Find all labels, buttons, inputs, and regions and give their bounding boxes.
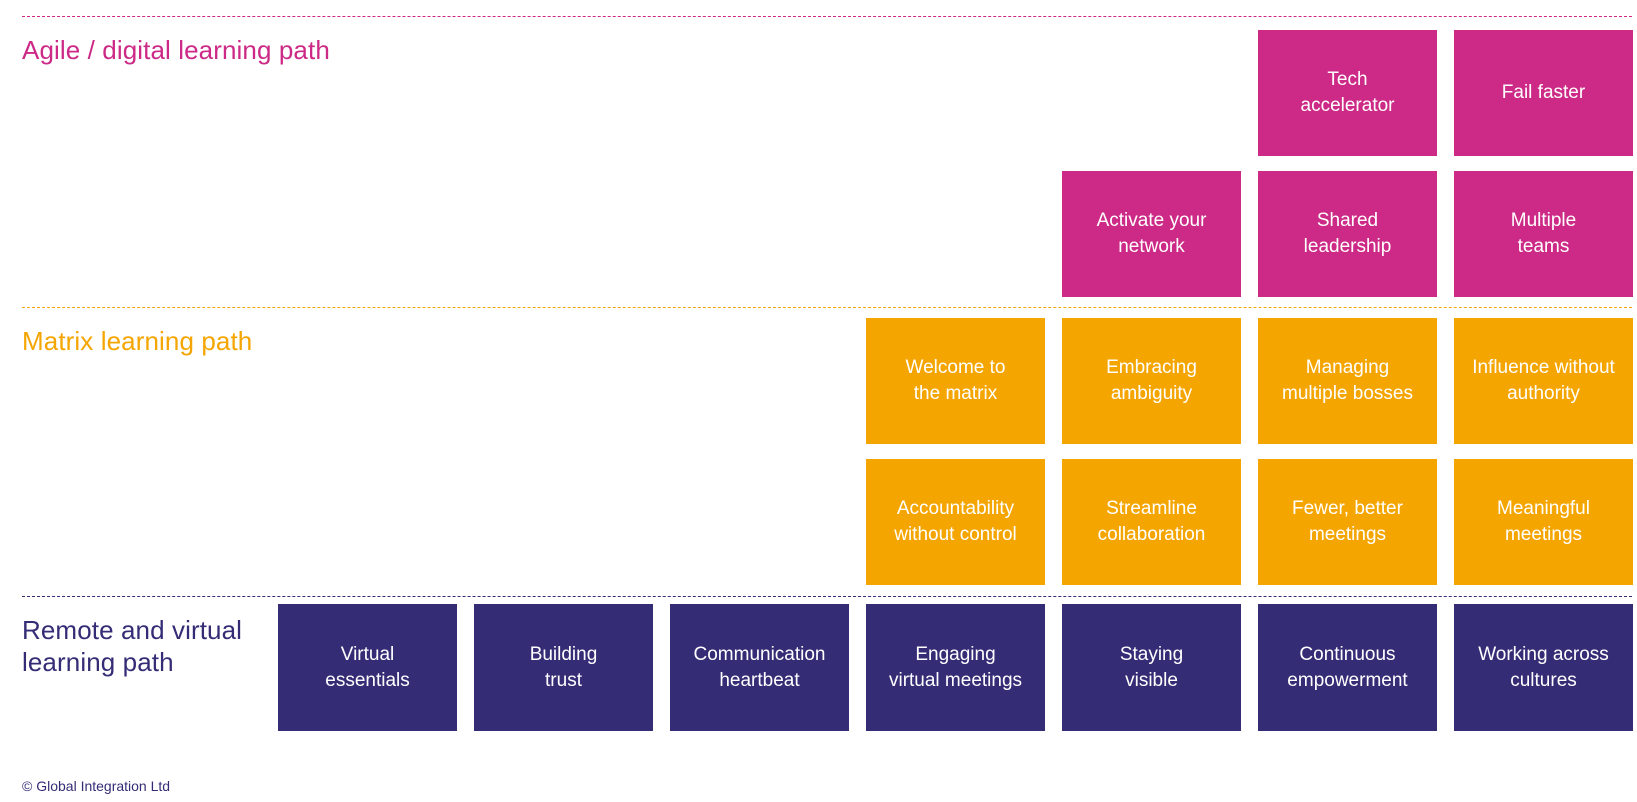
module-label-line: visible [1125, 669, 1178, 691]
module-label-line: Engaging [915, 643, 996, 665]
remote-module-tile[interactable]: Communication heartbeat [670, 604, 849, 731]
module-label: Communication heartbeat [694, 642, 826, 694]
module-label: Shared leadership [1304, 208, 1392, 260]
remote-section-title: Remote and virtual learning path [22, 615, 243, 677]
matrix-module-tile[interactable]: Embracing ambiguity [1062, 318, 1241, 444]
module-label: Tech accelerator [1301, 67, 1395, 119]
agile-module-tile[interactable]: Multiple teams [1454, 171, 1633, 297]
module-label-line: Multiple [1510, 210, 1577, 231]
matrix-section-divider [22, 307, 1632, 308]
module-label-line: network [1118, 236, 1185, 257]
agile-section-title: Agile / digital learning path [22, 35, 330, 65]
module-label: Building trust [530, 642, 598, 694]
module-label-line: ambiguity [1110, 383, 1193, 404]
module-label-line: accelerator [1300, 95, 1395, 116]
module-label-line: Influence without [1472, 357, 1615, 378]
module-label: Working across cultures [1478, 642, 1609, 694]
module-label-line: leadership [1303, 236, 1392, 257]
module-label-line: Embracing [1106, 357, 1197, 378]
matrix-module-tile[interactable]: Fewer, better meetings [1258, 459, 1437, 585]
module-label-line: empowerment [1287, 669, 1408, 691]
matrix-module-tile[interactable]: Accountability without control [866, 459, 1045, 585]
module-label: Fewer, better meetings [1292, 496, 1403, 548]
module-label-line: Streamline [1106, 498, 1197, 519]
module-label: Fail faster [1502, 80, 1585, 106]
module-label-line: Communication [693, 643, 826, 665]
module-label-line: Meaningful [1497, 498, 1590, 519]
module-label: Staying visible [1120, 642, 1183, 694]
matrix-section-title: Matrix learning path [22, 326, 253, 356]
module-label-line: Tech [1327, 69, 1368, 90]
agile-module-tile[interactable]: Activate your network [1062, 171, 1241, 297]
module-label-line: the matrix [913, 383, 998, 404]
matrix-module-tile[interactable]: Influence without authority [1454, 318, 1633, 444]
remote-module-tile[interactable]: Staying visible [1062, 604, 1241, 731]
agile-module-tile[interactable]: Shared leadership [1258, 171, 1437, 297]
module-label-line: Accountability [896, 498, 1015, 519]
matrix-module-tile[interactable]: Meaningful meetings [1454, 459, 1633, 585]
module-label-line: Managing [1305, 357, 1390, 378]
module-label: Managing multiple bosses [1282, 355, 1413, 407]
module-label: Accountability without control [894, 496, 1017, 548]
module-label-line: Continuous [1299, 643, 1396, 665]
remote-module-tile[interactable]: Working across cultures [1454, 604, 1633, 731]
module-label: Welcome to the matrix [906, 355, 1006, 407]
module-label-line: teams [1517, 236, 1570, 257]
remote-module-tile[interactable]: Virtual essentials [278, 604, 457, 731]
agile-module-tile[interactable]: Tech accelerator [1258, 30, 1437, 156]
remote-module-tile[interactable]: Continuous empowerment [1258, 604, 1437, 731]
module-label: Streamline collaboration [1098, 496, 1206, 548]
module-label: Virtual essentials [325, 642, 410, 694]
module-label-line: meetings [1504, 524, 1583, 545]
module-label: Multiple teams [1511, 208, 1576, 260]
module-label-line: authority [1507, 383, 1580, 404]
module-label-line: Staying [1119, 643, 1184, 665]
module-label-line: multiple bosses [1282, 383, 1413, 404]
module-label-line: meetings [1308, 524, 1387, 545]
module-label-line: Activate your [1096, 210, 1207, 231]
module-label-line: without control [894, 524, 1017, 545]
module-label-line: collaboration [1097, 524, 1206, 545]
matrix-module-tile[interactable]: Managing multiple bosses [1258, 318, 1437, 444]
module-label-line: heartbeat [719, 669, 800, 691]
module-label-line: Fewer, better [1292, 498, 1403, 519]
module-label-line: Building [529, 643, 598, 665]
remote-section-divider [22, 596, 1632, 597]
matrix-module-tile[interactable]: Welcome to the matrix [866, 318, 1045, 444]
module-label: Engaging virtual meetings [889, 642, 1022, 694]
module-label: Meaningful meetings [1497, 496, 1590, 548]
module-label-line: virtual meetings [888, 669, 1023, 691]
module-label: Activate your network [1097, 208, 1207, 260]
module-label: Continuous empowerment [1287, 642, 1407, 694]
module-label: Influence without authority [1472, 355, 1615, 407]
remote-module-tile[interactable]: Engaging virtual meetings [866, 604, 1045, 731]
module-label-line: trust [545, 669, 582, 691]
module-label-line: essentials [325, 669, 410, 691]
module-label: Embracing ambiguity [1106, 355, 1197, 407]
module-label-line: Virtual [340, 643, 395, 665]
agile-section-divider [22, 16, 1632, 17]
module-label-line: Welcome to [905, 357, 1006, 378]
module-label-line: cultures [1510, 669, 1577, 691]
remote-module-tile[interactable]: Building trust [474, 604, 653, 731]
matrix-module-tile[interactable]: Streamline collaboration [1062, 459, 1241, 585]
module-label-line: Fail faster [1501, 82, 1586, 103]
copyright-footer: © Global Integration Ltd [22, 778, 171, 794]
agile-module-tile[interactable]: Fail faster [1454, 30, 1633, 156]
module-label-line: Shared [1316, 210, 1379, 231]
module-label-line: Working across [1478, 643, 1609, 665]
